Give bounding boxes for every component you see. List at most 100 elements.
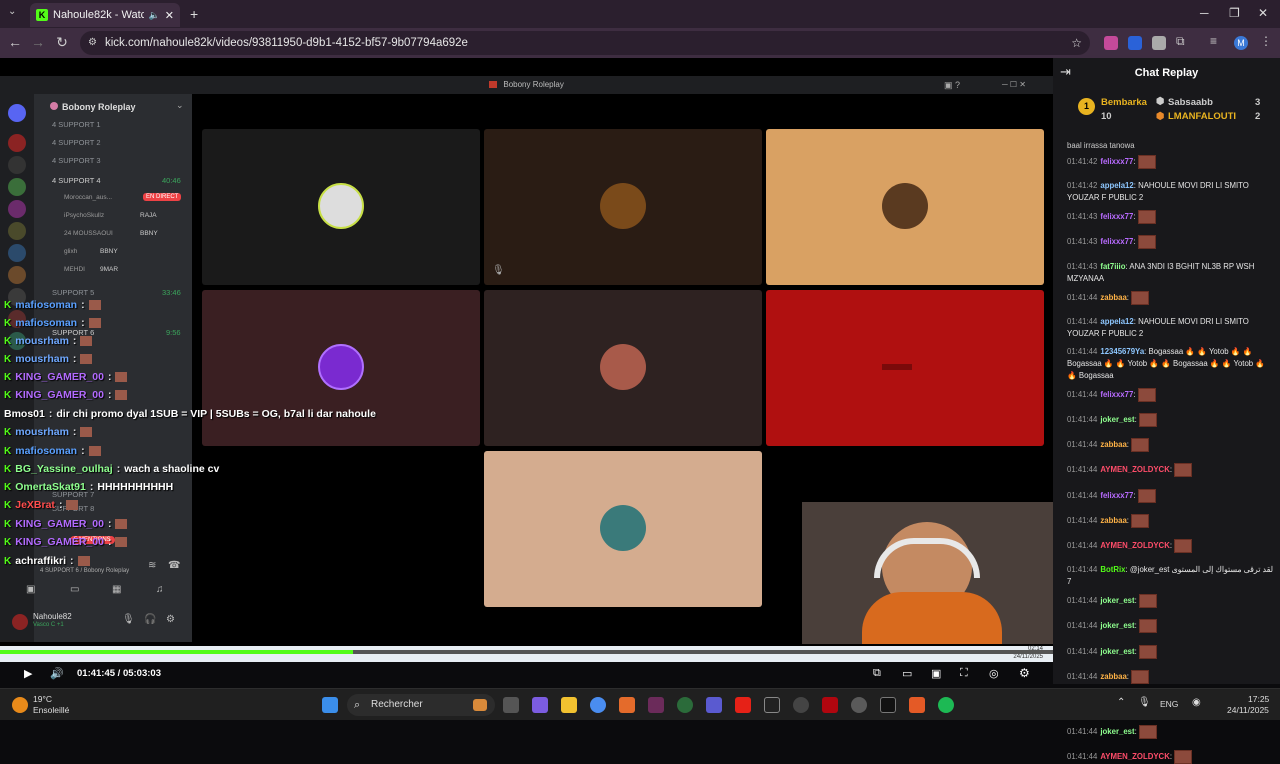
- volume-icon[interactable]: 🔊: [50, 667, 64, 680]
- chat-username[interactable]: zabbaa: [1100, 516, 1126, 525]
- voice-user[interactable]: MEHDI: [64, 266, 85, 273]
- chat-username[interactable]: AYMEN_ZOLDYCK: [1100, 752, 1169, 761]
- browser-tab[interactable]: K Nahoule82k - Watch the VO 🔈 ✕: [30, 3, 180, 27]
- chat-username[interactable]: joker_est: [1100, 647, 1134, 656]
- voice-user[interactable]: 24 MOUSSAOUI: [64, 230, 113, 237]
- seek-bar[interactable]: [0, 650, 1053, 654]
- restore-icon[interactable]: ❐: [1229, 6, 1240, 20]
- miniplayer-icon[interactable]: ▣: [931, 667, 941, 680]
- headphones-icon[interactable]: 🎧: [144, 614, 156, 625]
- participant-tile[interactable]: 🎙: [484, 129, 762, 285]
- discord-window-buttons[interactable]: ─ ☐ ✕: [1002, 80, 1026, 89]
- obs-icon[interactable]: [851, 697, 867, 713]
- network-icon[interactable]: ◉: [1192, 697, 1201, 708]
- chat-username[interactable]: fat7iiio: [1100, 262, 1125, 271]
- clock-time[interactable]: 17:25: [1248, 694, 1269, 704]
- video-player[interactable]: Bobony Roleplay Bobony Roleplay ⌄ 4 SUPP…: [0, 58, 1053, 662]
- extension-2-icon[interactable]: [1128, 36, 1142, 50]
- tab-list-icon[interactable]: ⌄: [8, 6, 16, 17]
- play-icon[interactable]: ▶: [24, 667, 32, 680]
- activities-icon[interactable]: ▦: [112, 584, 121, 595]
- spotify-icon[interactable]: [938, 697, 954, 713]
- voice-user[interactable]: glixh: [64, 248, 77, 255]
- language-indicator[interactable]: ENG: [1160, 699, 1178, 709]
- chat-username[interactable]: joker_est: [1100, 415, 1134, 424]
- back-arrow-icon[interactable]: ←: [3, 34, 27, 50]
- site-info-icon[interactable]: ⚙: [88, 31, 97, 55]
- tray-chevron-icon[interactable]: ⌃: [1117, 697, 1125, 708]
- clock-date[interactable]: 24/11/2025: [1227, 705, 1269, 715]
- close-window-icon[interactable]: ✕: [1258, 6, 1268, 20]
- collapse-chat-icon[interactable]: ⇥: [1060, 64, 1071, 80]
- youtube-icon[interactable]: [735, 697, 751, 713]
- theater-mode-icon[interactable]: ▭: [902, 667, 912, 680]
- chat-username[interactable]: joker_est: [1100, 727, 1134, 736]
- task-view-icon[interactable]: [503, 697, 519, 713]
- discord-window-ctrl-icons[interactable]: ▣ ?: [944, 80, 960, 91]
- settings-gear-icon[interactable]: ⚙: [166, 614, 175, 625]
- chat-username[interactable]: appela12: [1100, 181, 1133, 190]
- voice-user[interactable]: iPsychoSkullz: [64, 212, 104, 219]
- tab-audio-icon[interactable]: 🔈: [149, 10, 160, 21]
- microphone-icon[interactable]: 🎙: [122, 614, 135, 625]
- chat-username[interactable]: felixxx77: [1100, 491, 1133, 500]
- tray-mic-icon[interactable]: 🎙: [1138, 697, 1151, 708]
- xm-app-icon[interactable]: [880, 697, 896, 713]
- channel-support-4[interactable]: 4 SUPPORT 4: [52, 176, 101, 185]
- browser-menu-icon[interactable]: ⋮: [1260, 34, 1274, 48]
- chat-username[interactable]: BotRix: [1100, 565, 1125, 574]
- participant-tile[interactable]: [202, 129, 480, 285]
- fn-app-icon[interactable]: [764, 697, 780, 713]
- minimize-icon[interactable]: ─: [1200, 6, 1209, 20]
- extension-1-icon[interactable]: [1104, 36, 1118, 50]
- extensions-puzzle-icon[interactable]: ⧉: [1176, 34, 1190, 48]
- participant-tile[interactable]: [484, 451, 762, 607]
- clip-icon[interactable]: ⧉: [873, 667, 881, 680]
- settings-icon[interactable]: ⚙: [1019, 666, 1030, 680]
- chat-username[interactable]: 12345679Ya: [1100, 347, 1144, 356]
- profile-avatar[interactable]: M: [1234, 36, 1248, 50]
- screenshare-icon[interactable]: ▭: [70, 584, 79, 595]
- noise-suppression-icon[interactable]: ≋: [148, 560, 156, 571]
- gifter-name[interactable]: Bembarka: [1101, 97, 1147, 108]
- bookmark-star-icon[interactable]: ☆: [1071, 31, 1082, 55]
- brave-icon[interactable]: [909, 697, 925, 713]
- chat-username[interactable]: felixxx77: [1100, 212, 1133, 221]
- voice-user[interactable]: Moroccan_aus...: [64, 194, 112, 201]
- windows-start-icon[interactable]: [322, 697, 338, 713]
- participant-tile[interactable]: [766, 129, 1044, 285]
- app-icon-gray[interactable]: [793, 697, 809, 713]
- tab-close-icon[interactable]: ✕: [165, 9, 174, 22]
- chat-username[interactable]: felixxx77: [1100, 157, 1133, 166]
- url-field[interactable]: ⚙ kick.com/nahoule82k/videos/93811950-d9…: [80, 31, 1090, 55]
- chat-username[interactable]: appela12: [1100, 317, 1133, 326]
- soundboard-icon[interactable]: ♫: [156, 584, 164, 595]
- camera-icon[interactable]: ▣: [26, 584, 35, 595]
- app-icon-v[interactable]: [648, 697, 664, 713]
- app-icon-green[interactable]: [677, 697, 693, 713]
- participant-tile[interactable]: [202, 290, 480, 446]
- chat-username[interactable]: zabbaa: [1100, 293, 1126, 302]
- reload-icon[interactable]: ↻: [50, 34, 74, 51]
- chat-username[interactable]: zabbaa: [1100, 440, 1126, 449]
- chat-username[interactable]: AYMEN_ZOLDYCK: [1100, 541, 1169, 550]
- weather-sun-icon[interactable]: [12, 697, 28, 713]
- channel-support-1[interactable]: 4 SUPPORT 1: [52, 120, 101, 129]
- netflix-icon[interactable]: [822, 697, 838, 713]
- new-tab-icon[interactable]: +: [190, 6, 198, 22]
- gifter-name[interactable]: LMANFALOUTI: [1168, 111, 1236, 122]
- chat-username[interactable]: AYMEN_ZOLDYCK: [1100, 465, 1169, 474]
- disconnect-icon[interactable]: ☎: [168, 560, 180, 571]
- playlist-icon[interactable]: ≡: [1210, 34, 1224, 48]
- forward-arrow-icon[interactable]: →: [26, 34, 50, 50]
- channel-support-2[interactable]: 4 SUPPORT 2: [52, 138, 101, 147]
- speed-icon[interactable]: ◎: [989, 667, 999, 680]
- chat-username[interactable]: felixxx77: [1100, 237, 1133, 246]
- taskbar-search[interactable]: ⌕ Rechercher: [347, 694, 495, 716]
- channel-support-5[interactable]: SUPPORT 5: [52, 288, 94, 297]
- fullscreen-icon[interactable]: ⛶: [960, 667, 968, 680]
- participant-tile[interactable]: [766, 290, 1044, 446]
- gifter-name[interactable]: Sabsaabb: [1168, 97, 1213, 108]
- user-avatar[interactable]: [12, 614, 28, 630]
- server-menu-chevron-icon[interactable]: ⌄: [176, 100, 184, 111]
